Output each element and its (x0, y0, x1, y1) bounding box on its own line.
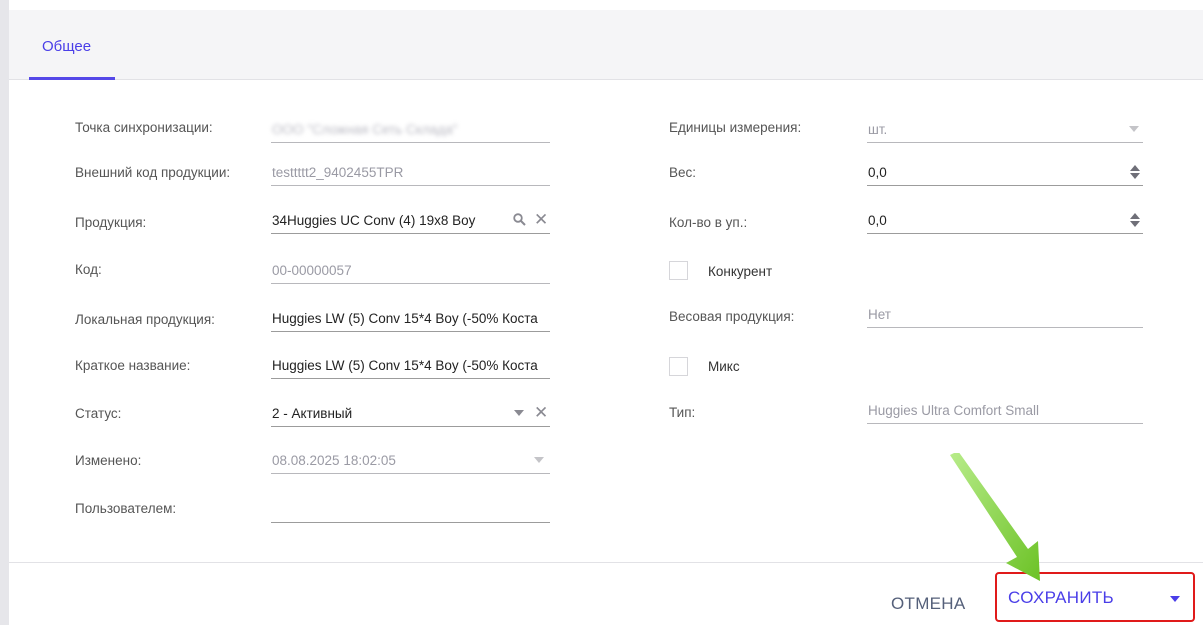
sync-point-field[interactable]: ООО "Сложная Сеть Склада" (271, 115, 550, 143)
code-field[interactable]: 00-00000057 (271, 256, 550, 284)
weight-product-value: Нет (868, 307, 891, 322)
units-value: шт. (868, 122, 888, 137)
external-code-field[interactable]: testtttt2_9402455TPR (271, 158, 550, 186)
local-product-field[interactable]: Huggies LW (5) Conv 15*4 Boy (-50% Коста (271, 304, 550, 332)
annotation-arrow-icon (950, 453, 1040, 581)
local-product-value: Huggies LW (5) Conv 15*4 Boy (-50% Коста (272, 311, 538, 326)
weight-label: Вес: (669, 165, 697, 180)
modified-by-label: Пользователем: (75, 501, 177, 516)
code-label: Код: (75, 262, 102, 277)
qty-pack-value: 0,0 (868, 213, 887, 228)
qty-pack-input[interactable]: 0,0 (867, 206, 1143, 234)
code-value: 00-00000057 (272, 263, 352, 278)
mix-label: Микс (708, 359, 740, 374)
status-select[interactable]: 2 - Активный ✕ (271, 399, 550, 427)
save-dropdown-icon[interactable] (1170, 596, 1180, 602)
status-label: Статус: (75, 406, 122, 421)
modified-label: Изменено: (75, 453, 142, 468)
qty-pack-spinner-icon[interactable] (1130, 213, 1140, 227)
short-name-value: Huggies LW (5) Conv 15*4 Boy (-50% Коста (272, 358, 538, 373)
product-value: 34Huggies UC Conv (4) 19x8 Boy (272, 213, 476, 228)
cancel-button[interactable]: ОТМЕНА (873, 585, 973, 623)
units-dropdown-icon[interactable] (1129, 126, 1139, 132)
cancel-button-label: ОТМЕНА (891, 594, 966, 613)
product-form-panel: Общее Точка синхронизации: ООО "Сложная … (9, 10, 1203, 625)
weight-spinner-icon[interactable] (1130, 165, 1140, 179)
modified-dropdown-icon[interactable] (534, 457, 544, 463)
modified-field[interactable]: 08.08.2025 18:02:05 (271, 446, 550, 474)
close-icon[interactable]: ✕ (534, 211, 548, 228)
tab-active-indicator (29, 77, 115, 80)
weight-value: 0,0 (868, 165, 887, 180)
sync-point-label: Точка синхронизации: (75, 120, 213, 135)
status-clear-icon[interactable]: ✕ (534, 404, 548, 421)
short-name-field[interactable]: Huggies LW (5) Conv 15*4 Boy (-50% Коста (271, 351, 550, 379)
type-field[interactable]: Huggies Ultra Comfort Small (867, 396, 1143, 424)
weight-input[interactable]: 0,0 (867, 158, 1143, 186)
product-label: Продукция: (75, 215, 147, 230)
search-icon[interactable] (513, 213, 526, 226)
weight-product-field[interactable]: Нет (867, 300, 1143, 328)
status-dropdown-icon[interactable] (514, 410, 524, 416)
local-product-label: Локальная продукция: (75, 312, 215, 327)
competitor-label: Конкурент (708, 264, 773, 279)
save-button-label: СОХРАНИТЬ (1008, 588, 1114, 607)
sync-point-value: ООО "Сложная Сеть Склада" (272, 122, 458, 137)
competitor-checkbox[interactable] (669, 261, 688, 280)
modified-value: 08.08.2025 18:02:05 (272, 453, 396, 468)
qty-pack-label: Кол-во в уп.: (669, 215, 748, 230)
weight-product-label: Весовая продукция: (669, 309, 795, 324)
product-field[interactable]: 34Huggies UC Conv (4) 19x8 Boy ✕ (271, 206, 550, 234)
left-edge-bar (0, 0, 9, 625)
tab-general[interactable]: Общее (29, 10, 115, 80)
units-select[interactable]: шт. (867, 115, 1143, 143)
tab-general-label: Общее (42, 38, 92, 55)
mix-checkbox[interactable] (669, 357, 688, 376)
external-code-value: testtttt2_9402455TPR (272, 165, 404, 180)
modified-by-field[interactable] (271, 495, 550, 523)
external-code-label: Внешний код продукции: (75, 165, 231, 180)
tab-bar: Общее (9, 10, 1203, 80)
type-label: Тип: (669, 405, 696, 420)
units-label: Единицы измерения: (669, 120, 802, 135)
short-name-label: Краткое название: (75, 358, 191, 373)
type-value: Huggies Ultra Comfort Small (868, 403, 1040, 418)
top-strip (0, 0, 1203, 10)
status-value: 2 - Активный (272, 406, 353, 421)
